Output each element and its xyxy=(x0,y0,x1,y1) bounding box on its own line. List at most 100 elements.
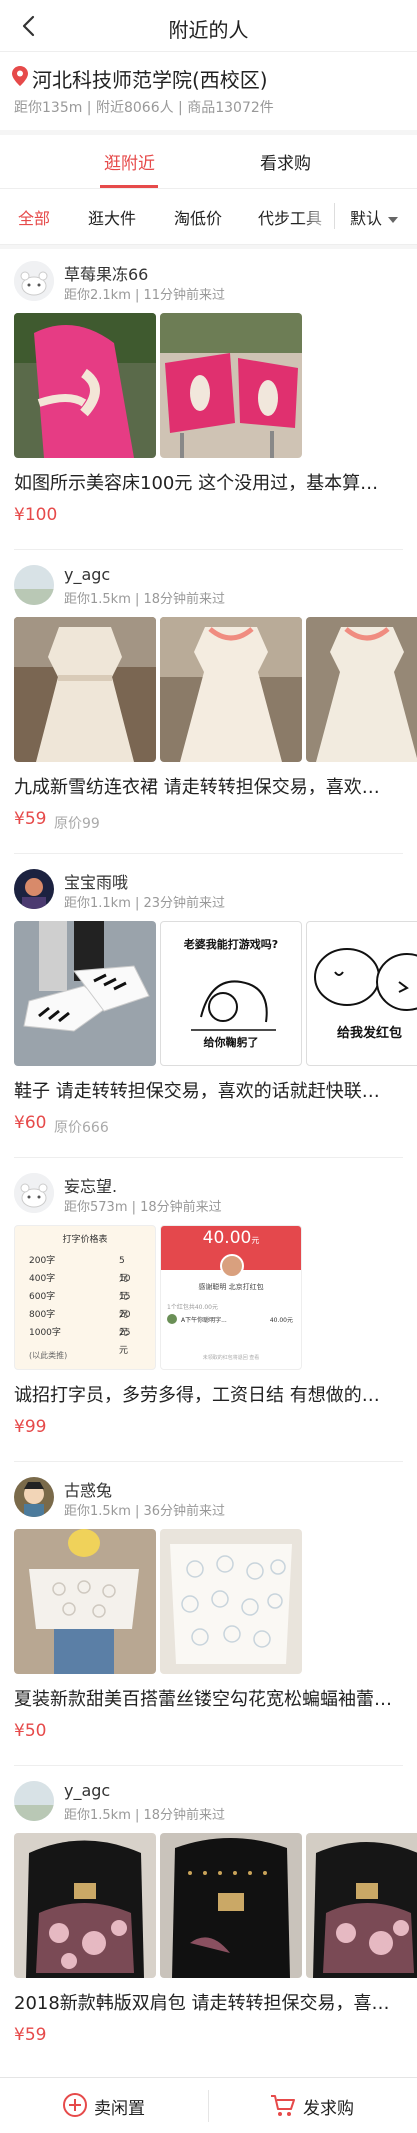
product-photo[interactable]: 打字价格表 200字 5元 400字 10元 600字 15元 800字 20元 100… xyxy=(14,1225,156,1370)
user-meta: 距你1.5km | 36分钟前来过 xyxy=(64,1504,226,1519)
avatar[interactable] xyxy=(14,869,54,909)
list-item[interactable]: 草莓果冻66 距你2.1km | 11分钟前来过 如图所示美容床100元 这个没… xyxy=(0,249,417,553)
item-description[interactable]: 夏装新款甜美百搭蕾丝镂空勾花宽松蝙蝠袖蕾… xyxy=(14,1685,404,1711)
red-packet-row-right: 40.00元 xyxy=(269,1317,293,1324)
location-meta: 距你135m | 附近8066人 | 商品13072件 xyxy=(14,100,274,116)
avatar[interactable] xyxy=(14,1477,54,1517)
filter-low-price[interactable]: 淘低价 xyxy=(174,205,222,229)
product-photo[interactable] xyxy=(14,921,156,1066)
chevron-down-icon xyxy=(388,216,399,223)
red-packet-amount: 40.00元 xyxy=(202,1228,260,1248)
user-meta: 距你2.1km | 11分钟前来过 xyxy=(64,288,226,303)
tab-bar: 逛附近 看求购 xyxy=(0,135,417,189)
avatar xyxy=(167,1314,177,1324)
bottom-action-bar: 卖闲置 发求购 xyxy=(0,2077,417,2133)
user-name[interactable]: y_agc xyxy=(64,565,110,584)
default-avatar-icon xyxy=(14,1173,54,1213)
filter-large-items[interactable]: 逛大件 xyxy=(88,205,136,229)
photo-strip[interactable]: 老婆我能打游戏吗? 给你鞠躬了 给我发红包 xyxy=(14,921,417,1066)
divider xyxy=(14,1461,403,1462)
user-name[interactable]: 妄忘望. xyxy=(64,1173,117,1197)
avatar[interactable] xyxy=(14,565,54,605)
product-photo[interactable] xyxy=(160,313,302,458)
product-photo[interactable] xyxy=(160,617,302,762)
filter-divider xyxy=(334,203,335,229)
avatar[interactable] xyxy=(14,1781,54,1821)
price-table-title: 打字价格表 xyxy=(62,1235,108,1245)
tab-wanted[interactable]: 看求购 xyxy=(260,149,311,174)
price-row: 1000字 25元 xyxy=(29,1328,131,1356)
user-name[interactable]: 草莓果冻66 xyxy=(64,261,148,285)
red-packet-record-head: 1个红包共40.00元 xyxy=(167,1304,218,1311)
item-price: ¥59 xyxy=(14,809,47,829)
product-photo[interactable] xyxy=(14,1529,156,1674)
user-meta: 距你573m | 18分钟前来过 xyxy=(64,1200,222,1215)
price-row: 800字 20元 xyxy=(29,1310,131,1338)
meme-bottom-text: 给你鞠躬了 xyxy=(203,1036,259,1049)
red-packet-row-left: A下午你聪明字... xyxy=(181,1317,227,1324)
item-price: ¥50 xyxy=(14,1721,47,1741)
original-price: 原价99 xyxy=(54,816,100,832)
list-item[interactable]: y_agc 距你1.5km | 18分钟前来过 九成新雪纺连衣裙 请走转转担保交… xyxy=(0,553,417,857)
photo-strip[interactable] xyxy=(14,617,417,762)
sell-button[interactable]: 卖闲置 xyxy=(0,2078,208,2133)
user-name[interactable]: y_agc xyxy=(64,1781,110,1800)
photo-strip[interactable] xyxy=(14,1833,417,1978)
photo-strip[interactable]: 打字价格表 200字 5元 400字 10元 600字 15元 800字 20元 100… xyxy=(14,1225,417,1370)
tab-active-indicator xyxy=(100,185,158,188)
photo-strip[interactable] xyxy=(14,1529,417,1674)
item-description[interactable]: 鞋子 请走转转担保交易，喜欢的话就赶快联… xyxy=(14,1077,404,1103)
product-photo[interactable]: 40.00元 感谢聪明 北京打红包 1个红包共40.00元 A下午你聪明字...… xyxy=(160,1225,302,1370)
list-item[interactable]: 宝宝雨哦 距你1.1km | 23分钟前来过 老婆我能打游戏吗? 给你鞠躬了 给… xyxy=(0,857,417,1161)
avatar[interactable] xyxy=(14,261,54,301)
default-avatar-icon xyxy=(14,261,54,301)
red-packet-footer: 未领取的红包将退回 查看 xyxy=(202,1355,260,1361)
location-card[interactable]: 河北科技师范学院(西校区) 距你135m | 附近8066人 | 商品13072… xyxy=(0,52,417,130)
page-title: 附近的人 xyxy=(168,18,249,42)
price-row: 400字 10元 xyxy=(29,1274,131,1302)
user-name[interactable]: 古惑兔 xyxy=(64,1477,112,1501)
sell-label: 卖闲置 xyxy=(94,2099,145,2119)
product-photo[interactable] xyxy=(160,1529,302,1674)
price-row: 200字 5元 xyxy=(29,1256,129,1284)
product-photo[interactable] xyxy=(14,313,156,458)
item-price: ¥99 xyxy=(14,1417,47,1437)
list-item[interactable]: y_agc 距你1.5km | 18分钟前来过 2018新款韩版双肩包 请走转转… xyxy=(0,1769,417,2077)
product-photo[interactable] xyxy=(306,617,417,762)
sort-dropdown[interactable]: 默认 xyxy=(350,205,399,229)
avatar[interactable] xyxy=(14,1173,54,1213)
avatar xyxy=(220,1254,244,1278)
list-item[interactable]: 妄忘望. 距你573m | 18分钟前来过 打字价格表 200字 5元 400字 1… xyxy=(0,1161,417,1465)
item-price: ¥100 xyxy=(14,505,58,525)
filter-bar: 全部 逛大件 淘低价 代步工具 默认 xyxy=(0,189,417,245)
product-photo[interactable]: 给我发红包 xyxy=(306,921,417,1066)
post-wanted-button[interactable]: 发求购 xyxy=(209,2078,417,2133)
meme-right-text: 给我发红包 xyxy=(337,1026,403,1041)
user-meta: 距你1.5km | 18分钟前来过 xyxy=(64,592,226,607)
filter-all[interactable]: 全部 xyxy=(18,205,50,229)
item-description[interactable]: 如图所示美容床100元 这个没用过，基本算… xyxy=(14,469,404,495)
original-price: 原价666 xyxy=(54,1120,109,1136)
item-description[interactable]: 2018新款韩版双肩包 请走转转担保交易，喜… xyxy=(14,1989,404,2015)
item-description[interactable]: 诚招打字员，多劳多得，工资日结 有想做的… xyxy=(14,1381,404,1407)
item-price: ¥59 xyxy=(14,2025,47,2045)
divider xyxy=(14,1765,403,1766)
location-name: 河北科技师范学院(西校区) xyxy=(32,68,268,92)
product-photo[interactable] xyxy=(14,1833,156,1978)
item-description[interactable]: 九成新雪纺连衣裙 请走转转担保交易，喜欢… xyxy=(14,773,404,799)
location-pin-icon xyxy=(12,66,28,86)
product-photo[interactable]: 老婆我能打游戏吗? 给你鞠躬了 xyxy=(160,921,302,1066)
nav-bar: 附近的人 xyxy=(0,0,417,52)
photo-strip[interactable] xyxy=(14,313,417,458)
list-item[interactable]: 古惑兔 距你1.5km | 36分钟前来过 夏装新款甜美百搭蕾丝镂空勾花宽松蝙蝠… xyxy=(0,1465,417,1769)
user-meta: 距你1.5km | 18分钟前来过 xyxy=(64,1808,226,1823)
cart-icon xyxy=(271,2095,295,2116)
price-table-note: (以此类推) xyxy=(29,1351,68,1360)
product-photo[interactable] xyxy=(14,617,156,762)
user-name[interactable]: 宝宝雨哦 xyxy=(64,869,128,893)
divider xyxy=(14,1157,403,1158)
product-photo[interactable] xyxy=(160,1833,302,1978)
tab-nearby[interactable]: 逛附近 xyxy=(104,149,155,174)
product-photo[interactable] xyxy=(306,1833,417,1978)
item-price: ¥60 xyxy=(14,1113,47,1133)
